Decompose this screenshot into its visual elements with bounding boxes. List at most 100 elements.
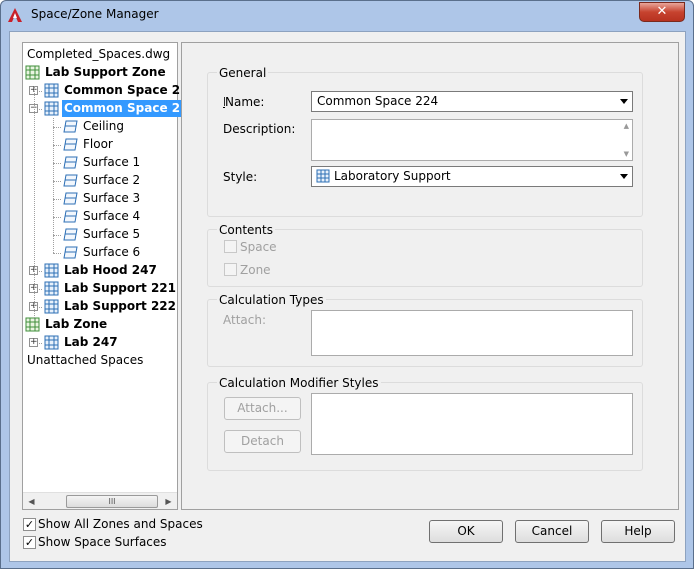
contents-group — [207, 229, 643, 287]
tree-item[interactable]: Lab Zone — [23, 316, 177, 333]
description-label: Description: — [223, 122, 296, 136]
calculation-modifier-list[interactable] — [311, 393, 633, 455]
tree-connector — [53, 118, 54, 253]
scroll-left-arrow-icon[interactable]: ◀ — [23, 493, 40, 510]
tree-item[interactable]: + Lab Support 222 — [23, 298, 177, 315]
tree-root-file-label: Completed_Spaces.dwg — [27, 47, 171, 61]
autocad-a-icon — [8, 8, 22, 22]
name-label: NName: — [223, 95, 265, 109]
show-surfaces-checkbox[interactable]: ✓ — [23, 536, 36, 549]
ok-button[interactable]: OK — [429, 520, 503, 543]
tree-item-label: Lab Support Zone — [45, 65, 166, 79]
scroll-right-arrow-icon[interactable]: ▶ — [160, 493, 177, 510]
cancel-button[interactable]: Cancel — [515, 520, 589, 543]
tree-item[interactable]: + Lab 247 — [23, 334, 177, 351]
tree-item-label: Common Space 223 — [64, 83, 197, 97]
properties-panel: General NName: Common Space 224 Descript… — [181, 42, 679, 510]
tree-item[interactable]: + Lab Support 221 — [23, 280, 177, 297]
tree-item-label: Surface 5 — [83, 227, 141, 241]
contents-group-title: Contents — [217, 223, 275, 237]
tree-item[interactable]: − Common Space 224 — [23, 100, 199, 117]
horizontal-scrollbar[interactable]: ◀ III ▶ — [23, 492, 177, 509]
close-button[interactable]: ✕ — [639, 2, 685, 22]
tree-item[interactable]: Surface 5 — [23, 226, 177, 243]
space-icon — [44, 335, 59, 350]
chevron-down-icon — [620, 99, 628, 104]
tree-item[interactable]: Surface 1 — [23, 154, 177, 171]
attach-label: Attach: — [223, 313, 267, 327]
tree-item[interactable]: Surface 4 — [23, 208, 177, 225]
tree-item-label: Surface 2 — [83, 173, 141, 187]
dialog-window: Space/Zone Manager ✕ Completed_Spaces.dw… — [0, 0, 694, 569]
tree-item[interactable]: Lab Support Zone — [23, 64, 177, 81]
space-icon — [44, 263, 59, 278]
tree-item-label: Surface 3 — [83, 191, 141, 205]
space-zone-tree[interactable]: Completed_Spaces.dwg Lab Support Zone + Com… — [22, 42, 199, 510]
space-checkbox[interactable] — [224, 240, 237, 253]
window-title: Space/Zone Manager — [31, 7, 159, 21]
tree-item-label: Surface 4 — [83, 209, 141, 223]
style-dropdown[interactable]: Laboratory Support — [311, 166, 633, 187]
tree-item-label: Common Space 224 — [62, 100, 199, 117]
surface-icon — [63, 119, 78, 134]
tree-item-label: Lab Zone — [45, 317, 108, 331]
scroll-down-icon[interactable]: ▼ — [624, 150, 629, 158]
tree-item-label: Floor — [83, 137, 113, 151]
name-value: Common Space 224 — [317, 94, 439, 108]
calculation-modifier-title: Calculation Modifier Styles — [217, 376, 381, 390]
detach-button[interactable]: Detach — [224, 430, 301, 453]
zone-icon — [25, 65, 40, 80]
surface-icon — [63, 209, 78, 224]
surface-icon — [63, 191, 78, 206]
surface-icon — [63, 155, 78, 170]
zone-checkbox[interactable] — [224, 263, 237, 276]
general-group-title: General — [217, 66, 269, 80]
name-label-text: Name: — [224, 95, 265, 109]
scroll-up-icon[interactable]: ▲ — [624, 122, 629, 130]
description-field[interactable]: ▲ ▼ — [311, 119, 633, 161]
attach-button[interactable]: Attach... — [224, 397, 301, 420]
tree-item[interactable]: Surface 2 — [23, 172, 177, 189]
tree-connector — [34, 86, 35, 320]
show-surfaces-label: Show Space Surfaces — [38, 535, 167, 549]
zone-icon — [25, 317, 40, 332]
zone-checkbox-label: Zone — [240, 263, 271, 277]
tree-item[interactable]: Floor — [23, 136, 177, 153]
tree-item-label: Lab Support 222 — [64, 299, 177, 313]
calculation-types-list[interactable] — [311, 310, 633, 356]
surface-icon — [63, 245, 78, 260]
surface-icon — [63, 137, 78, 152]
chevron-down-icon — [620, 174, 628, 179]
tree-item[interactable]: Unattached Spaces — [23, 352, 177, 369]
style-value: Laboratory Support — [334, 169, 451, 183]
scroll-thumb[interactable]: III — [66, 495, 158, 508]
tree-item[interactable]: Surface 6 — [23, 244, 177, 261]
space-icon — [44, 101, 59, 116]
space-icon — [44, 83, 59, 98]
tree-item[interactable]: Ceiling — [23, 118, 177, 135]
tree-item[interactable]: + Common Space 223 — [23, 82, 197, 99]
tree-item-label: Unattached Spaces — [27, 353, 144, 367]
tree-item[interactable]: + Lab Hood 247 — [23, 262, 177, 279]
tree-item-label: Ceiling — [83, 119, 124, 133]
space-icon — [44, 299, 59, 314]
dialog-client-area: Completed_Spaces.dwg Lab Support Zone + Com… — [9, 31, 686, 562]
name-field[interactable]: Common Space 224 — [311, 91, 633, 112]
tree-item[interactable]: Surface 3 — [23, 190, 177, 207]
space-style-icon — [316, 169, 330, 183]
help-button[interactable]: Help — [601, 520, 675, 543]
tree-item-label: Surface 1 — [83, 155, 141, 169]
surface-icon — [63, 227, 78, 242]
show-all-zones-checkbox[interactable]: ✓ — [23, 518, 36, 531]
tree-item-label: Lab Support 221 — [64, 281, 177, 295]
surface-icon — [63, 173, 78, 188]
show-all-zones-label: Show All Zones and Spaces — [38, 517, 203, 531]
title-bar[interactable]: Space/Zone Manager ✕ — [1, 1, 693, 29]
tree-item-label: Surface 6 — [83, 245, 141, 259]
tree-expander-icon[interactable]: + — [29, 338, 38, 347]
tree-item-label: Lab 247 — [64, 335, 118, 349]
tree-item-label: Lab Hood 247 — [64, 263, 157, 277]
space-checkbox-label: Space — [240, 240, 277, 254]
calculation-types-title: Calculation Types — [217, 293, 326, 307]
space-icon — [44, 281, 59, 296]
